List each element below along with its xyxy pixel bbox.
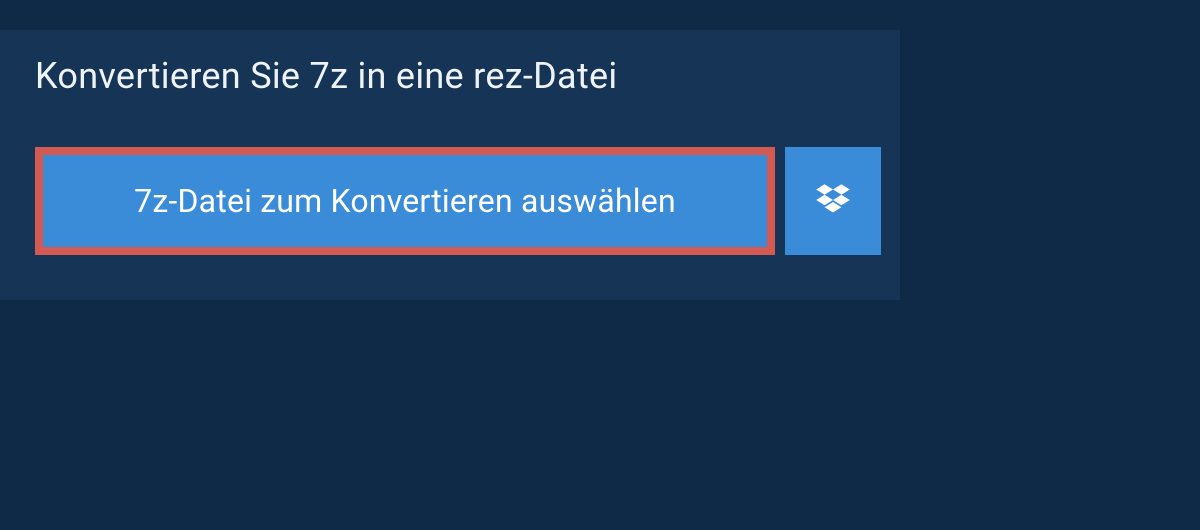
converter-panel: Konvertieren Sie 7z in eine rez-Datei 7z…: [0, 30, 900, 300]
heading-container: Konvertieren Sie 7z in eine rez-Datei: [0, 30, 652, 122]
dropbox-button[interactable]: [785, 147, 881, 255]
dropbox-icon: [812, 180, 854, 222]
select-file-button-label: 7z-Datei zum Konvertieren auswählen: [134, 182, 676, 220]
page-title: Konvertieren Sie 7z in eine rez-Datei: [35, 55, 617, 97]
select-file-button[interactable]: 7z-Datei zum Konvertieren auswählen: [35, 147, 775, 255]
upload-button-row: 7z-Datei zum Konvertieren auswählen: [0, 147, 900, 255]
